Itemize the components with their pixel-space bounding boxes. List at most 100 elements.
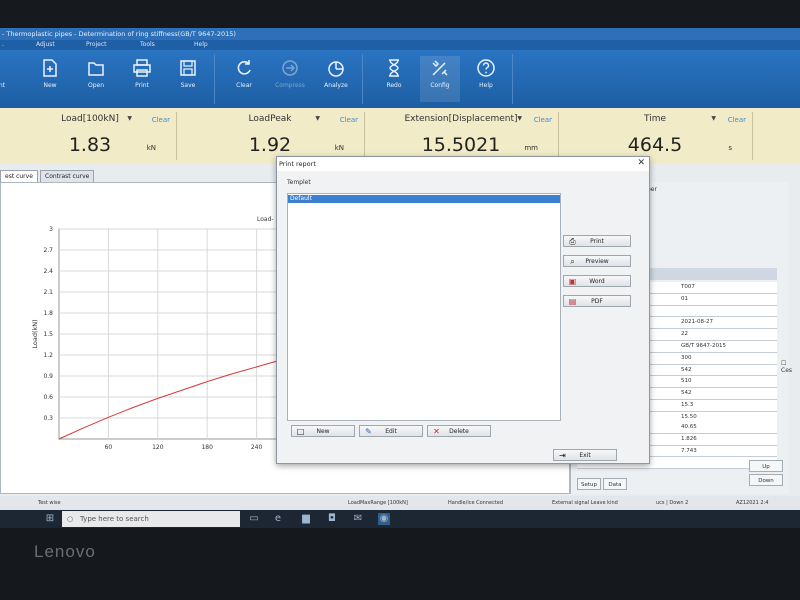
analyze-label: Analyze (324, 82, 348, 89)
chevron-down-icon[interactable]: ▼ (517, 115, 522, 122)
printer-icon (132, 58, 152, 78)
analyze-button[interactable]: Analyze (316, 56, 356, 102)
row-value: 01 (681, 295, 688, 302)
help-label: Help (479, 82, 493, 89)
y-tick-label: 2.4 (43, 268, 53, 275)
menu-tools[interactable]: Tools (140, 40, 155, 50)
exit-label: Exit (579, 452, 591, 459)
status-left: Test wise (38, 500, 61, 506)
readout-value: 464.5 (627, 134, 683, 156)
config-icon (430, 58, 450, 78)
save-button[interactable]: Save (168, 56, 208, 102)
config-label: Config (430, 82, 450, 89)
print-button[interactable]: Print (122, 56, 162, 102)
row-value: 2021-08-27 (681, 319, 713, 326)
save-label: Save (180, 82, 196, 89)
window-title: - Thermoplastic pipes - Determination of… (0, 28, 800, 40)
word-icon: ▣ (568, 277, 577, 286)
pie-chart-icon (326, 58, 346, 78)
row-value: 15.3 (681, 401, 694, 408)
new-template-button[interactable]: □ New (291, 425, 355, 437)
template-list[interactable]: Default (287, 193, 561, 421)
tab-setup[interactable]: Setup (577, 478, 601, 490)
open-label: Open (87, 82, 105, 89)
compress-button[interactable]: Compress (270, 56, 310, 102)
refresh-icon (234, 58, 254, 78)
readout-time: Time ▼ Clear 464.5 s (558, 112, 753, 160)
open-button[interactable]: Open (76, 56, 116, 102)
new-file-icon (40, 58, 60, 78)
new-button[interactable]: New (30, 56, 70, 102)
file-explorer-icon[interactable]: ▆ (300, 513, 312, 525)
help-button[interactable]: Help (466, 56, 506, 102)
x-tick-label: 240 (251, 444, 263, 451)
status-signal: External signal Leave kind (552, 500, 618, 506)
clear-link[interactable]: Clear (728, 116, 746, 124)
menu-item-file-partial[interactable]: . (2, 40, 4, 50)
new-file-icon: □ (296, 427, 305, 436)
up-button[interactable]: Up (749, 460, 783, 472)
task-view-icon[interactable]: ▭ (248, 513, 260, 525)
hourglass-icon (384, 58, 404, 78)
printer-icon: ⎙ (569, 237, 576, 246)
menu-help[interactable]: Help (194, 40, 208, 50)
status-connection: Handle/ice Connected (448, 500, 504, 506)
preview-button[interactable]: ⌕ Preview (563, 255, 631, 267)
monitor-bezel-top (0, 0, 800, 28)
checkbox-label: Ces (781, 367, 793, 374)
app-icon[interactable]: ◉ (378, 513, 390, 525)
status-bar: Test wise LoadMaxRange [100kN] Handle/ic… (0, 496, 800, 510)
clear-link[interactable]: Clear (340, 116, 358, 124)
exit-icon: ⇥ (559, 451, 566, 460)
clear-link[interactable]: Clear (152, 116, 170, 124)
row-value: 15.50 (681, 413, 697, 420)
ribbon-partial-button[interactable]: nt (0, 56, 22, 102)
readout-unit: mm (524, 144, 538, 152)
edge-icon[interactable]: e (272, 513, 284, 525)
clear-link[interactable]: Clear (534, 116, 552, 124)
tab-contrast-curve[interactable]: Contrast curve (40, 170, 95, 182)
row-value: 542 (681, 390, 692, 397)
chevron-down-icon[interactable]: ▼ (711, 115, 716, 122)
word-button[interactable]: ▣ Word (563, 275, 631, 287)
y-tick-label: 3 (49, 226, 53, 233)
down-button[interactable]: Down (749, 474, 783, 486)
tab-test-curve[interactable]: est curve (0, 170, 38, 182)
edit-icon: ✎ (365, 427, 372, 436)
menu-adjust[interactable]: Adjust (36, 40, 55, 50)
delete-template-button[interactable]: ✕ Delete (427, 425, 491, 437)
y-tick-label: 0.3 (43, 415, 53, 422)
pdf-icon: ▤ (568, 297, 577, 306)
windows-start-icon[interactable]: ⊞ (44, 513, 56, 525)
tab-data[interactable]: Data (603, 478, 627, 490)
menu-project[interactable]: Project (86, 40, 107, 50)
compress-label: Compress (275, 82, 305, 89)
magnifier-icon: ⌕ (570, 257, 575, 266)
lenovo-logo: Lenovo (34, 542, 96, 561)
list-item[interactable]: Default (288, 195, 560, 203)
config-button[interactable]: Config (420, 56, 460, 102)
y-tick-label: 0.9 (43, 373, 53, 380)
edit-template-button[interactable]: ✎ Edit (359, 425, 423, 437)
taskbar-search-input[interactable]: ○ Type here to search (62, 511, 240, 527)
mail-icon[interactable]: ✉ (352, 513, 364, 525)
save-icon (178, 58, 198, 78)
exit-button[interactable]: ⇥ Exit (553, 449, 617, 461)
row-value: 22 (681, 331, 688, 338)
store-icon[interactable]: ◘ (326, 513, 338, 525)
checkbox-partial[interactable]: ☐ Ces (781, 360, 792, 374)
close-icon[interactable]: ✕ (637, 158, 645, 168)
clear-button[interactable]: Clear (224, 56, 264, 102)
row-value: 542 (681, 366, 692, 373)
redo-label: Redo (386, 82, 402, 89)
readout-name: LoadPeak (248, 114, 292, 124)
chevron-down-icon[interactable]: ▼ (315, 115, 320, 122)
print-report-button[interactable]: ⎙ Print (563, 235, 631, 247)
ribbon-separator (214, 54, 215, 104)
pdf-label: PDF (591, 298, 603, 305)
redo-button[interactable]: Redo (374, 56, 414, 102)
readout-name: Load[100kN] (61, 114, 119, 124)
chevron-down-icon[interactable]: ▼ (127, 115, 132, 122)
pdf-button[interactable]: ▤ PDF (563, 295, 631, 307)
readout-name: Time (643, 114, 667, 124)
